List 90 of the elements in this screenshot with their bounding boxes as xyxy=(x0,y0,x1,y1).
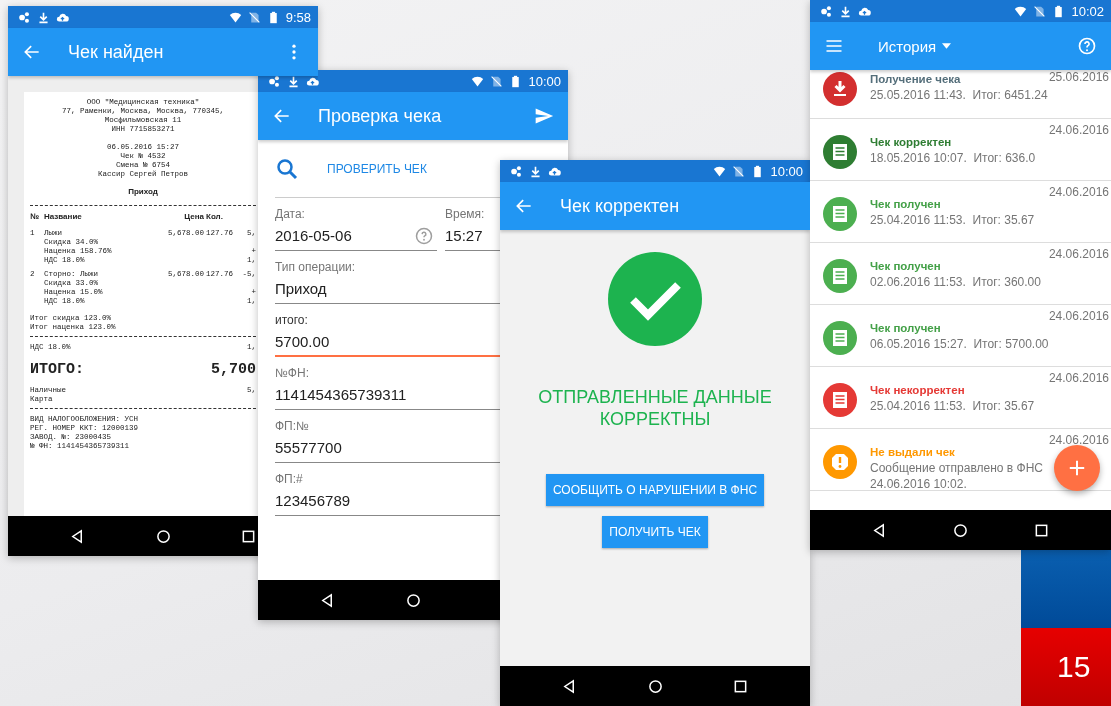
item-title: Чек получен xyxy=(870,259,942,274)
item-details: 24.06.2016 10:02. xyxy=(870,476,968,492)
input-field[interactable]: 2016-05-06 xyxy=(275,222,437,251)
action-button[interactable]: СООБЩИТЬ О НАРУШЕНИИ В ФНС xyxy=(545,474,765,506)
item-details: 25.04.2016 11:53. Итог: 35.67 xyxy=(870,398,1036,414)
total-amount: 5,700 xyxy=(211,360,256,380)
field-label: Время: xyxy=(445,206,486,222)
screen-title: Чек корректен xyxy=(560,195,680,217)
history-item[interactable]: Чек получен 25.04.2016 11:53. Итог: 35.67 24.06.2016 xyxy=(810,181,1111,243)
item-details: 06.05.2016 15:27. Итог: 5700.00 xyxy=(870,336,1049,352)
download-icon xyxy=(839,4,852,18)
back-icon[interactable] xyxy=(70,528,85,544)
plus-icon xyxy=(1068,459,1086,477)
item-details: Сообщение отправлено в ФНС xyxy=(870,460,1044,476)
result-message: ОТПРАВЛЕННЫЕ ДАННЫЕ КОРРЕКТНЫ xyxy=(537,386,773,430)
download-icon xyxy=(529,164,542,178)
wifi-icon xyxy=(228,10,242,24)
wifi-icon xyxy=(713,164,727,178)
item-date: 24.06.2016 xyxy=(1048,247,1109,261)
home-icon[interactable] xyxy=(405,592,421,608)
field-label: ФП:№ xyxy=(275,418,310,434)
send-icon[interactable] xyxy=(534,106,554,126)
field-label: Тип операции: xyxy=(275,259,357,275)
item-date: 24.06.2016 xyxy=(1048,433,1109,447)
recents-icon[interactable] xyxy=(1034,522,1049,538)
add-button[interactable] xyxy=(1054,445,1100,491)
clock-time: 10:02 xyxy=(1071,3,1104,19)
home-icon[interactable] xyxy=(953,522,968,538)
dots-icon xyxy=(820,4,833,18)
back-icon[interactable] xyxy=(872,522,887,538)
back-icon[interactable] xyxy=(320,592,335,608)
clock-time: 9:58 xyxy=(285,9,311,25)
item-details: 25.04.2016 11:53. Итог: 35.67 xyxy=(870,212,1036,228)
download-icon xyxy=(287,74,300,88)
item-title: Не выдали чек xyxy=(870,445,956,460)
dropdown-caret-icon[interactable] xyxy=(942,43,952,49)
back-icon[interactable] xyxy=(562,678,577,694)
item-date: 24.06.2016 xyxy=(1048,185,1109,199)
wifi-icon xyxy=(471,74,485,88)
field-label: итого: xyxy=(275,312,309,328)
no-sim-icon xyxy=(490,74,504,88)
item-details: 02.06.2016 11:53. Итог: 360.00 xyxy=(870,274,1042,290)
dots-icon xyxy=(268,74,281,88)
item-date: 24.06.2016 xyxy=(1048,309,1109,323)
history-item[interactable]: Чек получен 02.06.2016 11:53. Итог: 360.00 24.06.2016 xyxy=(810,243,1111,305)
check-mark-icon xyxy=(608,252,702,346)
screen-title: Проверка чека xyxy=(318,105,442,127)
clock-time: 10:00 xyxy=(770,163,803,179)
badge-number: 15 xyxy=(1057,650,1091,684)
screen-title: История xyxy=(878,37,937,55)
no-sim-icon xyxy=(247,10,261,24)
dots-icon xyxy=(510,164,523,178)
dots-icon xyxy=(18,10,31,24)
item-title: Чек получен xyxy=(870,197,942,212)
recents-icon[interactable] xyxy=(733,678,748,694)
total-label: ИТОГО: xyxy=(30,360,84,380)
field-label: №ФН: xyxy=(275,365,310,381)
receipt-heading: Приход xyxy=(127,187,159,196)
column-header: № xyxy=(30,212,40,221)
check-receipt-button[interactable]: ПРОВЕРИТЬ ЧЕК xyxy=(321,157,433,180)
item-date: 25.06.2016 xyxy=(1048,70,1109,84)
action-button[interactable]: ПОЛУЧИТЬ ЧЕК xyxy=(602,516,708,548)
home-icon[interactable] xyxy=(647,678,663,694)
column-header: Кол. xyxy=(206,212,224,221)
item-details: 25.05.2016 11:43. Итог: 6451.24 xyxy=(870,87,1049,103)
item-title: Чек некорректен xyxy=(870,383,966,398)
no-sim-icon xyxy=(1033,4,1047,18)
item-date: 24.06.2016 xyxy=(1048,123,1109,137)
screen-title: Чек найден xyxy=(68,41,164,63)
history-item[interactable]: Чек некорректен 25.04.2016 11:53. Итог: 35.67 24.06.2016 xyxy=(810,367,1111,429)
no-sim-icon xyxy=(732,164,746,178)
search-icon[interactable] xyxy=(275,156,299,181)
clock-time: 10:00 xyxy=(528,73,561,89)
field-label: ФП:# xyxy=(275,471,304,487)
help-icon[interactable] xyxy=(415,227,433,245)
home-icon[interactable] xyxy=(155,528,171,544)
column-header: Цена xyxy=(183,212,204,221)
history-item[interactable]: Чек получен 06.05.2016 15:27. Итог: 5700.00 24.06.2016 xyxy=(810,305,1111,367)
download-icon xyxy=(37,10,50,24)
item-date: 24.06.2016 xyxy=(1048,371,1109,385)
recents-icon[interactable] xyxy=(241,528,256,544)
item-title: Чек получен xyxy=(870,321,942,336)
item-title: Получение чека xyxy=(870,72,962,87)
item-details: 18.05.2016 10:07. Итог: 636.0 xyxy=(870,150,1037,166)
history-item[interactable]: Получение чека 25.05.2016 11:43. Итог: 6451.24 25.06.2016 xyxy=(810,70,1111,119)
item-title: Чек корректен xyxy=(870,135,953,150)
field-label: Дата: xyxy=(275,206,306,222)
wifi-icon xyxy=(1014,4,1028,18)
history-item[interactable]: Чек корректен 18.05.2016 10:07. Итог: 636.0 24.06.2016 xyxy=(810,119,1111,181)
column-header: Название xyxy=(44,212,83,221)
